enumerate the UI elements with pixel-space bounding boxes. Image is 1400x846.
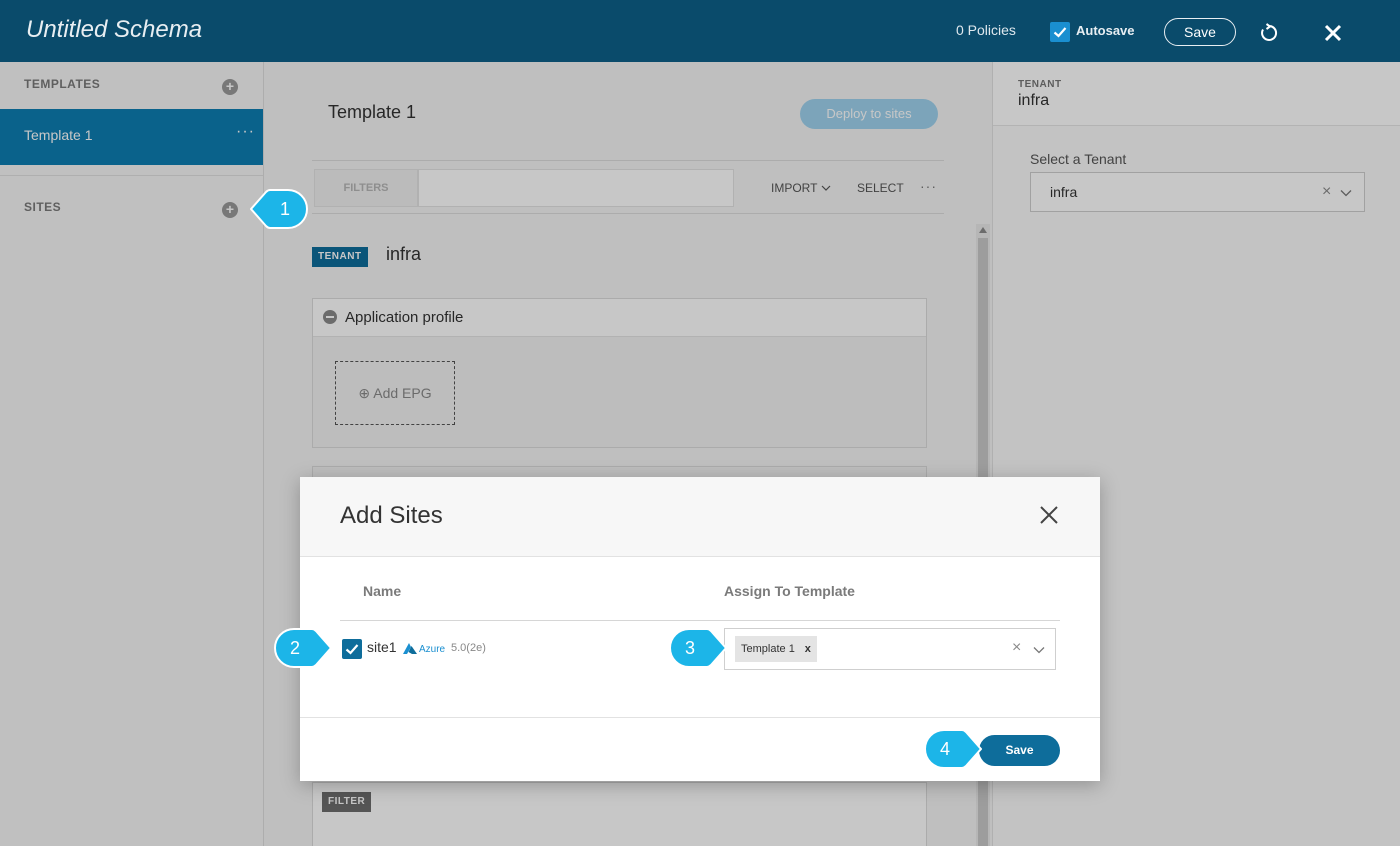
autosave-label: Autosave — [1076, 23, 1135, 38]
dialog-save-button[interactable]: Save — [979, 735, 1060, 766]
dialog-title: Add Sites — [340, 502, 443, 529]
chip-remove-icon[interactable]: x — [805, 636, 811, 662]
azure-label: Azure — [419, 644, 446, 655]
azure-logo: Azure — [403, 641, 449, 657]
callout-number: 4 — [939, 739, 950, 759]
callout-number: 1 — [279, 199, 290, 219]
callout-number: 2 — [289, 638, 300, 658]
header-save-button[interactable]: Save — [1164, 18, 1236, 46]
callout-4: 4 — [924, 729, 982, 769]
app-header: Untitled Schema 0 Policies Autosave Save — [0, 0, 1400, 62]
policies-count: 0 Policies — [956, 22, 1016, 38]
template-chip: Template 1 x — [735, 636, 817, 662]
template-chip-label: Template 1 — [741, 643, 795, 655]
callout-3: 3 — [669, 628, 727, 668]
chevron-down-icon[interactable] — [1033, 644, 1045, 656]
autosave-checkbox[interactable] — [1050, 22, 1070, 42]
dialog-footer-divider — [300, 717, 1100, 718]
site1-checkbox[interactable] — [342, 639, 362, 659]
column-header-name: Name — [363, 583, 402, 599]
reload-icon[interactable] — [1258, 22, 1280, 44]
close-icon[interactable] — [1322, 22, 1344, 44]
site-name: site1 — [367, 639, 397, 655]
check-icon — [1053, 27, 1067, 38]
callout-number: 3 — [684, 638, 695, 658]
schema-title[interactable]: Untitled Schema — [26, 16, 202, 44]
azure-icon — [403, 643, 417, 654]
clear-icon[interactable]: × — [1012, 639, 1021, 657]
callout-1: 1 — [250, 189, 308, 229]
callout-2: 2 — [274, 628, 332, 668]
site-version: 5.0(2e) — [451, 642, 486, 654]
column-header-assign: Assign To Template — [724, 583, 855, 599]
table-divider — [340, 620, 1060, 621]
dialog-close-icon[interactable] — [1038, 504, 1060, 526]
check-icon — [345, 644, 359, 655]
dialog-header: Add Sites — [300, 477, 1100, 557]
assign-template-select[interactable]: Template 1 x × — [724, 628, 1056, 670]
